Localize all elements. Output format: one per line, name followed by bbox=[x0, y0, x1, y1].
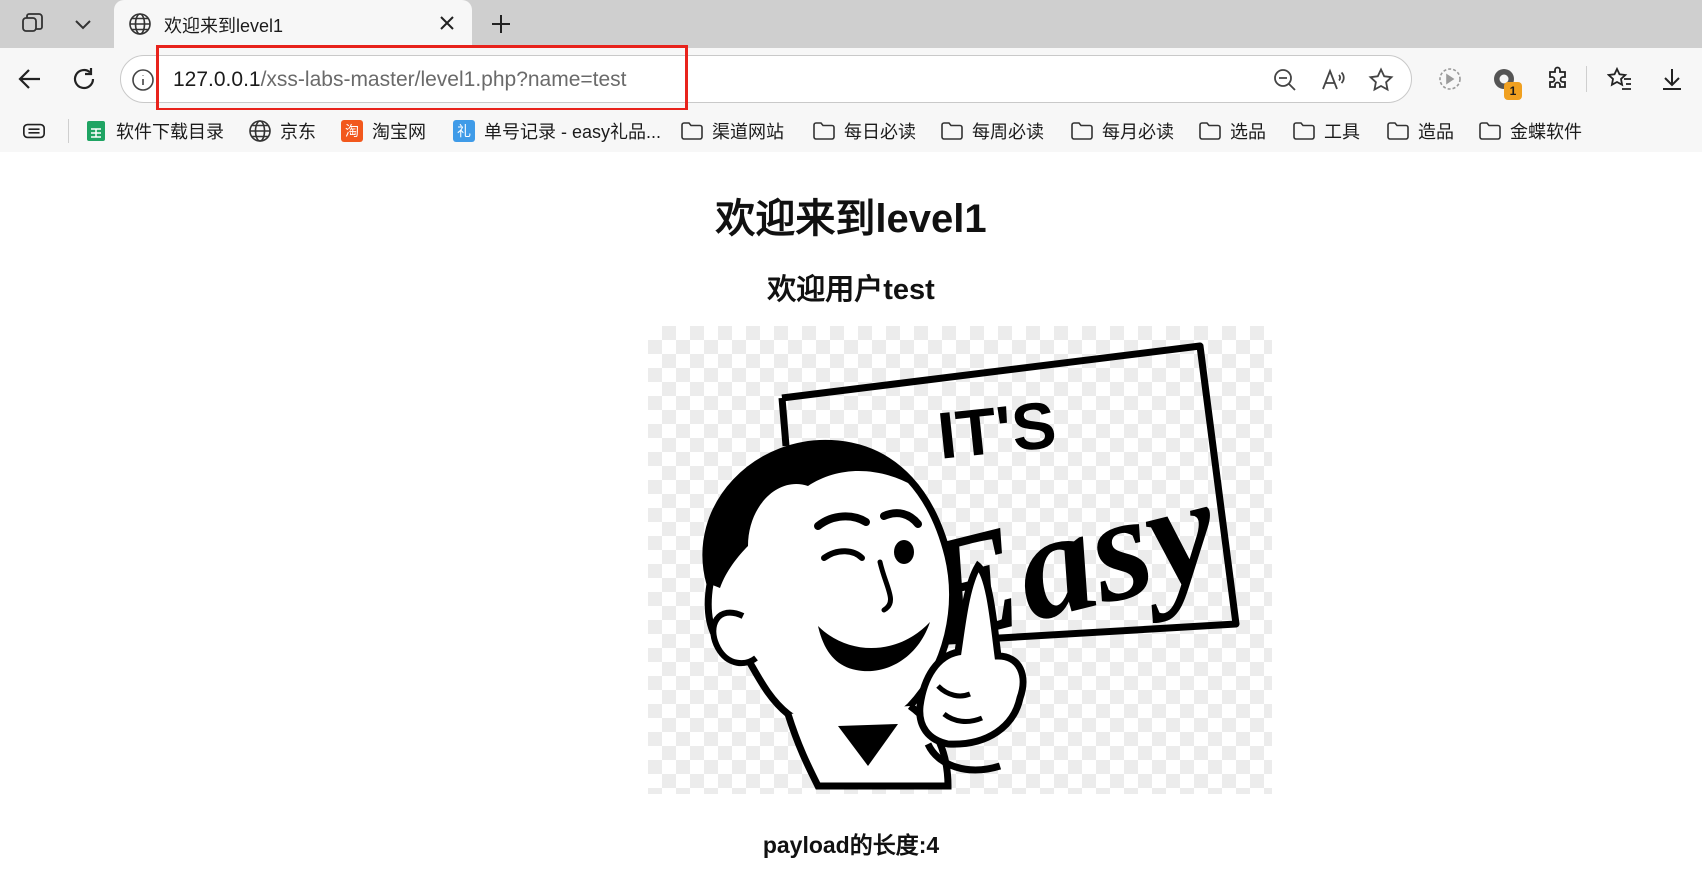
bookmark-folder-monthly[interactable]: 每月必读 bbox=[1070, 118, 1174, 144]
folder-icon bbox=[812, 119, 836, 143]
bookmarks-bar: 软件下载目录 京东 淘 淘宝网 礼 单号记录 - easy礼品... 渠道网站 … bbox=[0, 110, 1702, 152]
bookmark-software-dir[interactable]: 软件下载目录 bbox=[84, 118, 224, 144]
payload-length-text: payload的长度:4 bbox=[0, 826, 1702, 860]
bookmark-folder-selection[interactable]: 选品 bbox=[1198, 118, 1266, 144]
its-easy-image: IT'S Easy bbox=[648, 326, 1272, 794]
welcome-user-text: 欢迎用户test bbox=[767, 274, 935, 306]
payload-label: payload的长度: bbox=[762, 832, 927, 858]
bookmarks-menu-icon[interactable] bbox=[22, 118, 46, 144]
media-control-icon[interactable] bbox=[1430, 60, 1470, 98]
folder-icon bbox=[1292, 119, 1316, 143]
new-tab-icon[interactable] bbox=[484, 8, 518, 40]
favorites-collection-icon[interactable] bbox=[1600, 60, 1640, 98]
url-host: 127.0.0.1 bbox=[173, 68, 261, 91]
page-heading: 欢迎来到level1 bbox=[715, 197, 987, 241]
folder-icon bbox=[1478, 119, 1502, 143]
bookmark-taobao[interactable]: 淘 淘宝网 bbox=[340, 118, 426, 144]
tab-active[interactable]: 欢迎来到level1 bbox=[114, 0, 472, 48]
address-bar[interactable]: 127.0.0.1/xss-labs-master/level1.php?nam… bbox=[120, 55, 1412, 103]
sheet-icon bbox=[84, 119, 108, 143]
gift-icon: 礼 bbox=[452, 119, 476, 143]
zoom-out-icon[interactable] bbox=[1271, 66, 1299, 94]
globe-icon bbox=[248, 119, 272, 143]
folder-icon bbox=[680, 119, 704, 143]
url-path: /xss-labs-master/level1.php?name=test bbox=[260, 68, 627, 91]
close-tab-icon[interactable] bbox=[436, 12, 458, 39]
folder-icon bbox=[1070, 119, 1094, 143]
folder-icon bbox=[940, 119, 964, 143]
taobao-icon: 淘 bbox=[340, 119, 364, 143]
bookmark-jd[interactable]: 京东 bbox=[248, 118, 316, 144]
back-arrow-icon[interactable] bbox=[10, 60, 50, 98]
sign-text-its: IT'S bbox=[934, 387, 1059, 473]
downloads-icon[interactable] bbox=[1652, 60, 1692, 98]
tab-strip: 欢迎来到level1 bbox=[0, 0, 1702, 48]
bookmark-folder-daily[interactable]: 每日必读 bbox=[812, 118, 916, 144]
toolbar-divider bbox=[1586, 66, 1587, 92]
bookmark-folder-kingdee[interactable]: 金蝶软件 bbox=[1478, 118, 1582, 144]
folder-icon bbox=[1198, 119, 1222, 143]
extensions-puzzle-icon[interactable] bbox=[1538, 60, 1578, 98]
tab-title: 欢迎来到level1 bbox=[164, 16, 284, 36]
favorite-star-icon[interactable] bbox=[1367, 66, 1395, 94]
bookmark-folder-tools[interactable]: 工具 bbox=[1292, 118, 1360, 144]
extension-badge: 1 bbox=[1504, 82, 1522, 100]
bookmark-order-record[interactable]: 礼 单号记录 - easy礼品... bbox=[452, 118, 661, 144]
site-info-icon[interactable] bbox=[131, 68, 155, 97]
read-aloud-icon[interactable] bbox=[1319, 66, 1347, 94]
workspaces-icon[interactable] bbox=[16, 8, 50, 40]
refresh-icon[interactable] bbox=[64, 60, 104, 98]
toolbar: 127.0.0.1/xss-labs-master/level1.php?nam… bbox=[0, 48, 1702, 110]
bookmark-folder-channels[interactable]: 渠道网站 bbox=[680, 118, 784, 144]
globe-icon bbox=[128, 12, 152, 41]
payload-length-value: 4 bbox=[926, 832, 940, 858]
tab-actions-chevron-icon[interactable] bbox=[66, 8, 100, 40]
bookmark-folder-weekly[interactable]: 每周必读 bbox=[940, 118, 1044, 144]
url-text[interactable]: 127.0.0.1/xss-labs-master/level1.php?nam… bbox=[173, 68, 627, 92]
bookmark-folder-making[interactable]: 造品 bbox=[1386, 118, 1454, 144]
bookmarks-divider bbox=[68, 119, 69, 143]
folder-icon bbox=[1386, 119, 1410, 143]
